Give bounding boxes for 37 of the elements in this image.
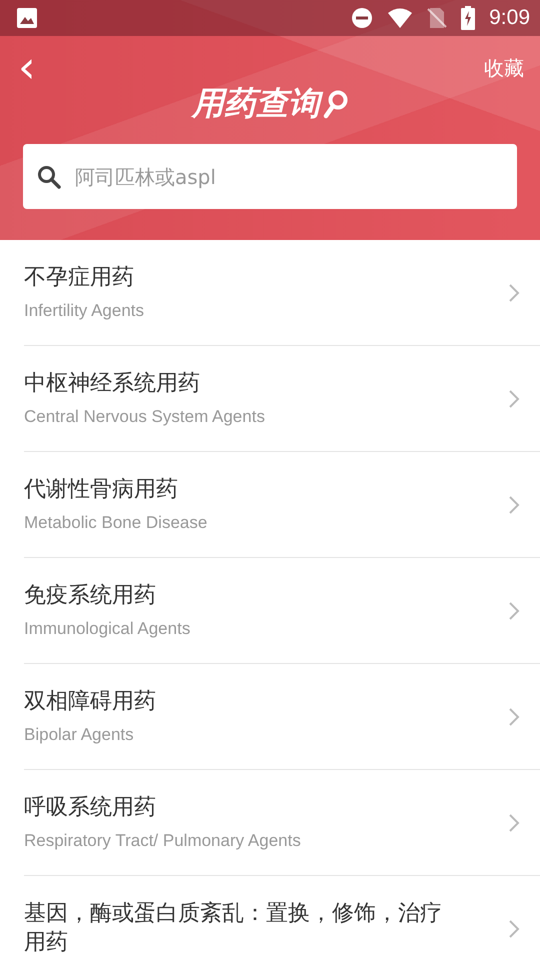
battery-charging-icon (461, 6, 476, 30)
category-name: 基因，酶或蛋白质紊乱：置换，修饰，治疗用药 (24, 900, 443, 956)
category-item[interactable]: 免疫系统用药 Immunological Agents (24, 558, 540, 664)
category-item[interactable]: 呼吸系统用药 Respiratory Tract/ Pulmonary Agents (24, 770, 540, 876)
category-name: 免疫系统用药 (24, 582, 157, 610)
do-not-disturb-icon (351, 7, 374, 29)
category-english-name: Respiratory Tract/ Pulmonary Agents (24, 830, 302, 851)
category-name: 不孕症用药 (24, 264, 135, 292)
chevron-right-icon (508, 812, 520, 832)
category-name: 代谢性骨病用药 (24, 476, 179, 504)
category-name: 呼吸系统用药 (24, 794, 157, 822)
chevron-right-icon (508, 918, 520, 938)
category-name: 双相障碍用药 (24, 688, 157, 716)
wifi-icon (387, 7, 414, 29)
chevron-right-icon (508, 494, 520, 514)
category-english-name: Bipolar Agents (24, 724, 135, 745)
category-name: 中枢神经系统用药 (24, 370, 201, 398)
image-icon (16, 7, 38, 29)
chevron-right-icon (508, 282, 520, 302)
magnifier-icon (322, 89, 348, 119)
category-english-name: Immunological Agents (24, 618, 192, 639)
back-button[interactable]: ‹ (12, 50, 42, 86)
category-item[interactable]: 代谢性骨病用药 Metabolic Bone Disease (24, 452, 540, 558)
chevron-right-icon (508, 706, 520, 726)
category-item[interactable]: 不孕症用药 Infertility Agents (24, 240, 540, 346)
category-english-name: Central Nervous System Agents (24, 406, 266, 427)
category-english-name: Metabolic Bone Disease (24, 512, 208, 533)
search-icon (36, 164, 62, 190)
status-time: 9:09 (489, 6, 530, 30)
no-sim-icon (427, 7, 448, 29)
chevron-right-icon (508, 600, 520, 620)
chevron-right-icon (508, 388, 520, 408)
search-field[interactable]: 阿司匹林或aspl (23, 144, 517, 209)
category-item[interactable]: 中枢神经系统用药 Central Nervous System Agents (24, 346, 540, 452)
category-english-name: Infertility Agents (24, 300, 146, 321)
category-item[interactable]: 双相障碍用药 Bipolar Agents (24, 664, 540, 770)
category-item[interactable]: 基因，酶或蛋白质紊乱：置换，修饰，治疗用药 (24, 876, 540, 960)
